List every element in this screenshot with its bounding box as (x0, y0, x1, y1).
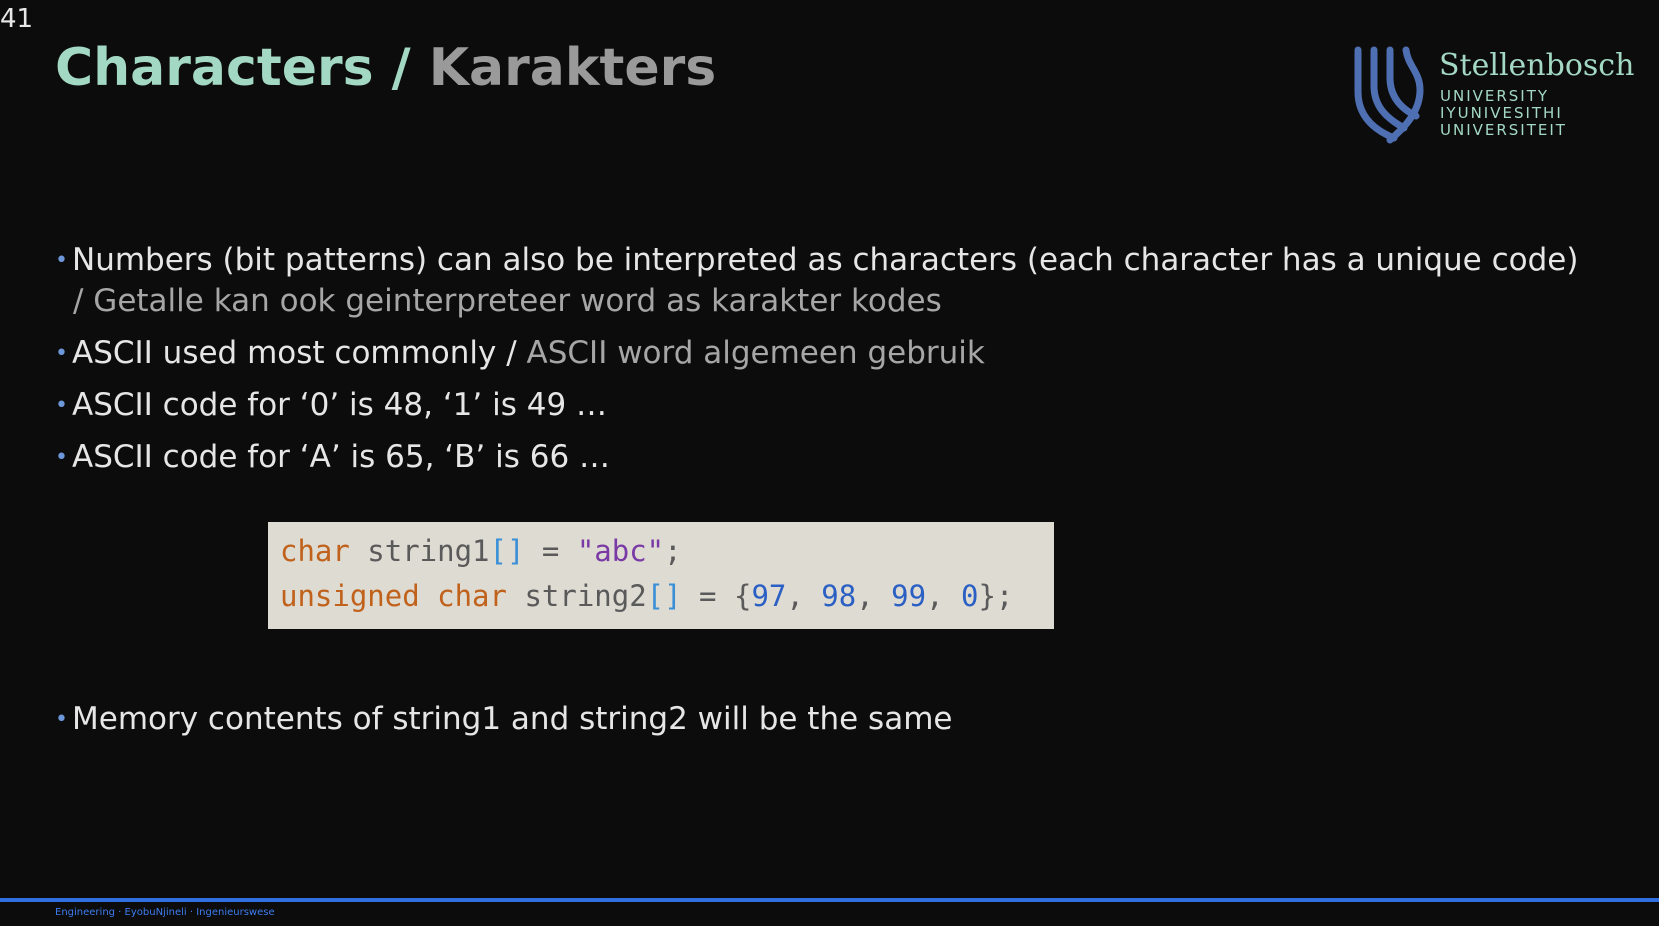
code-identifier: string2 (506, 579, 647, 613)
code-comma: , (786, 579, 822, 613)
code-comma: , (926, 579, 961, 613)
code-keyword: char (280, 534, 350, 568)
bullet-text: Memory contents of string1 and string2 w… (72, 701, 953, 737)
footer-divider (0, 898, 1659, 902)
title-separator: / (373, 38, 429, 98)
bullet-dot-icon: • (55, 341, 68, 366)
code-number: 97 (751, 579, 787, 613)
university-crest-icon (1354, 46, 1424, 144)
logo-line-english: UNIVERSITY (1440, 87, 1550, 105)
code-comma: , (856, 579, 892, 613)
code-keyword: unsigned char (280, 579, 507, 613)
code-snippet: char string1[] = "abc"; unsigned char st… (268, 522, 1054, 629)
logo-line-afrikaans: UNIVERSITEIT (1440, 121, 1567, 139)
bullet-dot-icon: • (55, 248, 68, 273)
bullet-text: ASCII code for ‘A’ is 65, ‘B’ is 66 … (72, 439, 611, 475)
logo-name: Stellenbosch (1439, 48, 1635, 83)
footer-text: Engineering · EyobuNjineli · Ingenieursw… (55, 907, 275, 918)
bullet-dot-icon: • (55, 393, 68, 418)
code-line-1: char string1[] = "abc"; (280, 529, 1054, 574)
bullet-text: ASCII code for ‘0’ is 48, ‘1’ is 49 … (72, 387, 608, 423)
university-logo: Stellenbosch UNIVERSITY IYUNIVESITHI UNI… (1350, 46, 1634, 146)
code-number: 98 (821, 579, 857, 613)
title-afrikaans: Karakters (428, 38, 717, 98)
slide-title: Characters / Karakters (55, 38, 716, 98)
code-number: 99 (891, 579, 927, 613)
code-operator: = (681, 579, 734, 613)
bullet-dot-icon: • (55, 445, 68, 470)
slide-number: 41 (0, 4, 34, 34)
bullet-text: Numbers (bit patterns) can also be inter… (72, 242, 1579, 278)
code-string: "abc" (576, 534, 665, 568)
title-english: Characters (55, 38, 374, 98)
bullet-text-afrikaans: ASCII word algemeen gebruik (526, 335, 985, 371)
bullet-separator: / (496, 335, 527, 371)
code-brace-close: }; (978, 579, 1014, 613)
bullet-continuation: / Getalle kan ook geinterpreteer word as… (73, 281, 942, 322)
code-brackets: [] (489, 534, 525, 568)
code-number: 0 (960, 579, 979, 613)
code-operator: = (524, 534, 577, 568)
code-brackets: [] (646, 579, 682, 613)
bullet-dot-icon: • (55, 707, 68, 732)
code-identifier: string1 (349, 534, 490, 568)
bullet-text: ASCII used most commonly (72, 335, 497, 371)
code-terminator: ; (664, 534, 682, 568)
code-brace-open: { (733, 579, 752, 613)
logo-line-xhosa: IYUNIVESITHI (1440, 104, 1563, 122)
bullet-text-afrikaans: / Getalle kan ook geinterpreteer word as… (73, 283, 942, 319)
code-line-2: unsigned char string2[] = {97, 98, 99, 0… (280, 574, 1054, 619)
